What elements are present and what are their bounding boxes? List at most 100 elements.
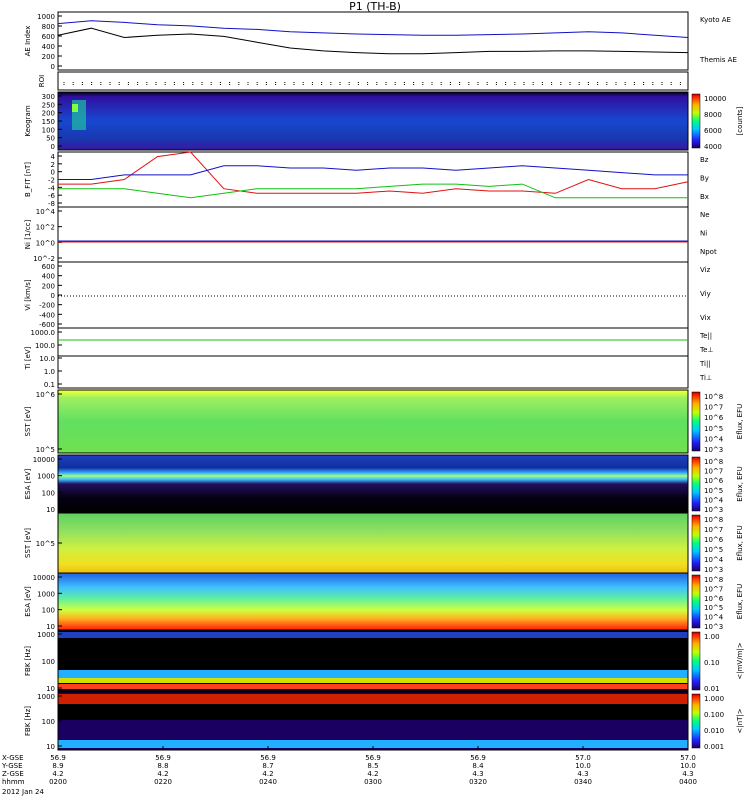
- y-tick-label: 10000: [33, 456, 55, 464]
- y-tick-label: 10^6: [36, 391, 56, 399]
- y-tick-label: 0: [51, 169, 55, 177]
- y-axis-label: ROI: [38, 75, 46, 87]
- colorbar: [691, 391, 701, 452]
- colorbar-tick-label: 10^7: [704, 526, 723, 534]
- y-tick-label: 200: [42, 53, 55, 61]
- y-tick-label: 10: [46, 743, 55, 751]
- eph-x: 56.9: [365, 754, 381, 762]
- colorbar-tick-label: 1.000: [704, 695, 724, 703]
- colorbar-tick-label: 4000: [704, 143, 722, 151]
- y-tick-label: 0: [51, 143, 55, 151]
- colorbar-tick-label: 10^5: [704, 546, 723, 554]
- y-tick-label: 0: [51, 292, 55, 300]
- y-tick-label: 100: [42, 126, 55, 134]
- y-tick-label: 1000.0: [31, 329, 56, 337]
- colorbar-label: Eflux, EFU: [736, 466, 744, 501]
- eph-y: 8.9: [52, 762, 63, 770]
- eph-x: 57.0: [575, 754, 591, 762]
- fbk-e-band-bottom: [58, 684, 688, 689]
- aurora-core: [72, 104, 78, 112]
- legend-entry: Themis AE: [699, 56, 737, 64]
- eph-z: 4.2: [367, 770, 378, 778]
- y-tick-label: 250: [42, 101, 55, 109]
- eph-time: 0240: [259, 778, 277, 786]
- eph-z: 4.3: [682, 770, 693, 778]
- y-axis-label: Keogram: [24, 105, 32, 136]
- eph-x: 56.9: [470, 754, 486, 762]
- y-tick-label: 1000: [37, 590, 55, 598]
- colorbar: [691, 456, 701, 512]
- eph-y: 8.7: [262, 762, 273, 770]
- legend-entry: Bz: [700, 156, 709, 164]
- y-tick-label: 100: [42, 607, 55, 615]
- colorbar-tick-label: 10^6: [704, 595, 724, 603]
- y-tick-label: 0: [51, 63, 55, 71]
- legend-entry: Te||: [699, 332, 712, 340]
- legend-entry: By: [700, 175, 709, 183]
- panel-frame: [57, 206, 689, 263]
- colorbar-tick-label: 10^8: [704, 576, 723, 584]
- colorbar-tick-label: 10^8: [704, 516, 723, 524]
- panel-frame: [57, 71, 689, 91]
- series-line-kyoto-ae: [57, 20, 689, 38]
- themis-summary-plot: P1 (TH-B)10008006004002000AE IndexKyoto …: [1, 0, 744, 796]
- y-tick-label: 600: [42, 33, 55, 41]
- y-tick-label: 10^4: [36, 208, 56, 216]
- colorbar-tick-label: 10000: [704, 95, 726, 103]
- y-tick-label: 10000: [33, 574, 55, 582]
- y-axis-label: B_FIT [nT]: [24, 162, 32, 197]
- colorbar-tick-label: 10^7: [704, 468, 723, 476]
- legend-entry: Viz: [700, 266, 711, 274]
- eph-row-label: Z-GSE: [2, 770, 24, 778]
- eph-row-label: hhmm: [2, 778, 25, 786]
- y-tick-label: 10: [46, 623, 55, 631]
- colorbar-tick-label: 0.100: [704, 711, 724, 719]
- colorbar-tick-label: 10^7: [704, 585, 723, 593]
- y-tick-label: 10^5: [36, 446, 55, 454]
- eph-time: 0220: [154, 778, 172, 786]
- y-tick-label: 10: [46, 685, 55, 693]
- y-axis-label: FBK [Hz]: [24, 646, 32, 676]
- colorbar-tick-label: 1.00: [704, 633, 720, 641]
- y-axis-label: ESA [eV]: [24, 586, 32, 617]
- eph-z: 4.2: [52, 770, 63, 778]
- eph-time: 0300: [364, 778, 382, 786]
- fbk-e-band-top: [58, 632, 688, 638]
- y-tick-label: 10: [46, 506, 55, 514]
- y-tick-label: 10^0: [36, 239, 55, 247]
- legend-entry: Ne: [700, 211, 710, 219]
- y-axis-label: AE Index: [24, 26, 32, 57]
- y-tick-label: 150: [42, 118, 55, 126]
- colorbar-tick-label: 10^4: [704, 435, 724, 443]
- legend-entry: Ni: [700, 230, 707, 238]
- colorbar-tick-label: 0.01: [704, 685, 720, 693]
- eph-time: 0200: [49, 778, 67, 786]
- colorbar-tick-label: 10^5: [704, 604, 723, 612]
- colorbar: [691, 514, 701, 572]
- eph-x: 56.9: [260, 754, 276, 762]
- colorbar-tick-label: 10^3: [704, 506, 723, 514]
- legend-entry: Vix: [700, 314, 711, 322]
- eph-y: 10.0: [680, 762, 696, 770]
- y-tick-label: -2: [48, 177, 55, 185]
- y-axis-label: ESA [eV]: [24, 468, 32, 499]
- legend-entry: Viy: [700, 290, 711, 298]
- eph-y: 8.4: [472, 762, 484, 770]
- eph-time: 0400: [679, 778, 697, 786]
- colorbar-tick-label: 10^8: [704, 458, 723, 466]
- legend-entry: Ti||: [699, 360, 711, 368]
- chart-title: P1 (TH-B): [349, 0, 401, 13]
- fbk-b-band-black: [58, 704, 688, 720]
- eph-z: 4.3: [577, 770, 588, 778]
- colorbar-tick-label: 0.001: [704, 743, 724, 751]
- colorbar-tick-label: 10^5: [704, 487, 723, 495]
- y-tick-label: 10^5: [36, 540, 55, 548]
- eph-time: 0340: [574, 778, 592, 786]
- y-axis-label: FBK [Hz]: [24, 706, 32, 736]
- fbk-b-band-top: [58, 694, 688, 704]
- legend-entry: Te⊥: [699, 346, 714, 354]
- esa-electron-spectrogram: [58, 573, 688, 630]
- y-tick-label: -400: [39, 311, 55, 319]
- colorbar-tick-label: 10^3: [704, 566, 723, 574]
- colorbar-tick-label: 6000: [704, 127, 722, 135]
